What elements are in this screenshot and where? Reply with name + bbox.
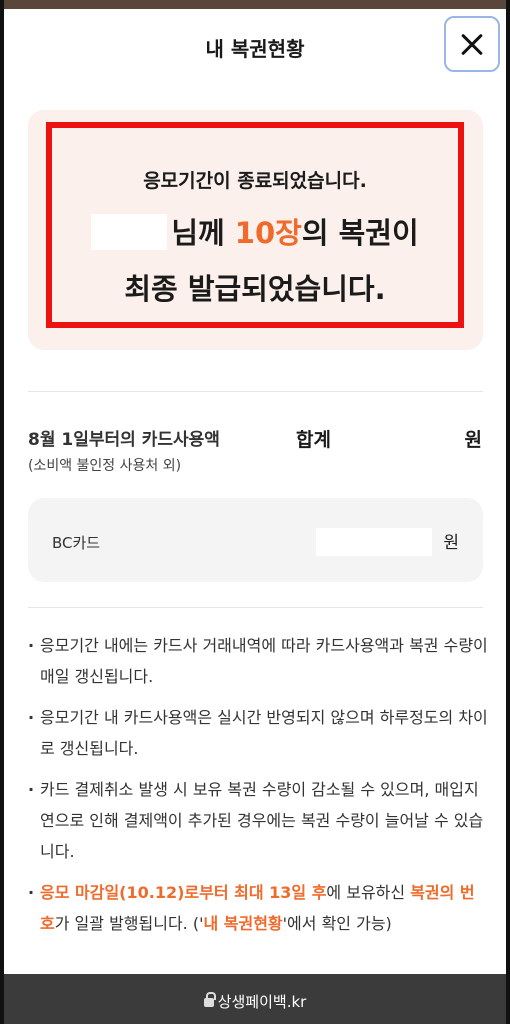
masked-user-name (91, 214, 168, 250)
divider (28, 391, 483, 392)
page-title: 내 복권현황 (205, 37, 305, 61)
url-display[interactable]: 상생페이백.kr (0, 991, 510, 1012)
url-text: 상생페이백.kr (217, 993, 307, 1011)
deadline-highlight: 응모 마감일(10.12)로부터 최대 13일 후 (40, 883, 327, 902)
close-button[interactable] (444, 16, 500, 72)
note-item: 응모 마감일(10.12)로부터 최대 13일 후에 보유하신 복권의 번호가 … (28, 877, 488, 939)
card-name: BC카드 (52, 534, 101, 552)
notice-prefix: 님께 (171, 216, 235, 250)
status-strip (0, 0, 510, 9)
card-unit: 원 (443, 533, 459, 553)
usage-label: 8월 1일부터의 카드사용액 (28, 430, 220, 450)
browser-address-bar[interactable]: 상생페이백.kr (0, 974, 510, 1024)
notice-highlight-box: 응모기간이 종료되었습니다. 님께 10장의 복권이 최종 발급되었습니다. (46, 122, 464, 328)
note-item: 응모기간 내 카드사용액은 실시간 반영되지 않으며 하루정도의 차이로 갱신됩… (28, 702, 488, 764)
ticket-count: 10장 (234, 216, 302, 250)
my-ticket-link[interactable]: 내 복권현황 (203, 914, 282, 933)
lock-icon (203, 992, 216, 1007)
masked-card-amount (316, 528, 432, 556)
note-item: 카드 결제취소 발생 시 보유 복권 수량이 감소될 수 있으며, 매입지연으로… (28, 774, 488, 867)
usage-sub-label: (소비액 불인정 사용처 외) (28, 458, 182, 474)
total-unit: 원 (464, 429, 482, 451)
notice-suffix: 의 복권이 (301, 216, 419, 250)
note-text: 가 일괄 발행됩니다. (' (54, 914, 204, 933)
note-text: '에서 확인 가능) (282, 914, 392, 933)
notice-issued-text: 최종 발급되었습니다. (124, 272, 386, 306)
notice-ended-text: 응모기간이 종료되었습니다. (143, 170, 367, 192)
notice-count-text: 님께 10장의 복권이 (52, 210, 458, 253)
card-usage-box: BC카드 원 (28, 498, 483, 582)
divider (28, 607, 483, 608)
total-label: 합계 (296, 429, 331, 451)
note-item: 응모기간 내에는 카드사 거래내역에 따라 카드사용액과 복권 수량이 매일 갱… (28, 630, 488, 692)
note-text: 에 보유하신 (326, 883, 411, 902)
header: 내 복권현황 (0, 9, 510, 81)
notes-list: 응모기간 내에는 카드사 거래내역에 따라 카드사용액과 복권 수량이 매일 갱… (28, 630, 488, 949)
notice-card: 응모기간이 종료되었습니다. 님께 10장의 복권이 최종 발급되었습니다. (28, 110, 483, 350)
